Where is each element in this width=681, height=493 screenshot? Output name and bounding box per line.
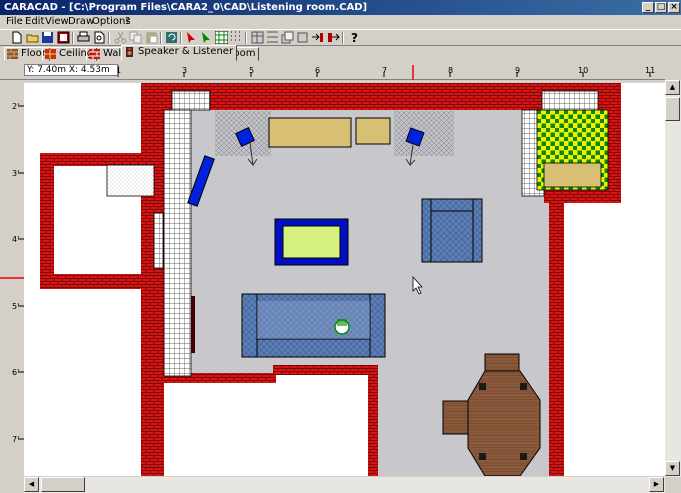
ruler-label: 9 — [515, 66, 521, 75]
horizontal-scroll-thumb[interactable] — [41, 477, 85, 492]
bottom-wall[interactable] — [368, 365, 378, 476]
database-icon[interactable] — [57, 31, 70, 44]
side-cabinet[interactable] — [106, 164, 155, 197]
toolbar-separator — [342, 32, 344, 44]
tv-cabinet[interactable] — [268, 117, 352, 148]
ruler-label: 3 — [182, 66, 188, 75]
shelf-column[interactable] — [163, 109, 192, 377]
toolbar-separator — [180, 32, 182, 44]
vertical-ruler: 2' 3' 4' 5' 6' 7' — [0, 80, 24, 477]
toolbar-separator — [160, 32, 162, 44]
menu-file[interactable]: File — [6, 15, 23, 29]
ruler-label: 10 — [578, 66, 589, 75]
scrollbar-corner — [665, 477, 681, 493]
toolbar-separator — [108, 32, 110, 44]
pointer-red-icon[interactable] — [185, 31, 198, 44]
bottom-left-wall[interactable] — [154, 379, 164, 476]
help-icon[interactable]: ? — [348, 31, 361, 44]
tab-speaker-listener-label: Speaker & Listener — [138, 46, 234, 57]
toolbar-separator — [72, 32, 74, 44]
ruler-label: 3' — [12, 169, 20, 178]
minimize-button[interactable]: _ — [642, 2, 654, 13]
export-icon[interactable] — [327, 31, 340, 44]
floor-plan-canvas[interactable] — [24, 83, 665, 476]
ruler-label: 5' — [12, 302, 20, 311]
scroll-up-button[interactable]: ▲ — [665, 80, 680, 95]
ruler-label: 11 — [645, 66, 656, 75]
layout-icon[interactable] — [251, 31, 264, 44]
vertical-scrollbar[interactable]: ▲ ▼ — [665, 80, 681, 477]
dotted-grid-icon[interactable] — [230, 31, 243, 44]
sofa[interactable] — [241, 293, 386, 358]
window-title: CARACAD - [C:\Program Files\CARA2_0\CAD\… — [4, 2, 368, 13]
pillar[interactable] — [541, 90, 599, 111]
menu-view[interactable]: View — [45, 15, 69, 29]
floor-icon — [7, 49, 18, 59]
menu-edit[interactable]: Edit — [25, 15, 44, 29]
pillar[interactable] — [171, 90, 211, 111]
menu-bar: File Edit View Draw Options ? — [0, 15, 681, 29]
side-table[interactable] — [543, 162, 602, 188]
ruler-label: 2' — [12, 102, 20, 111]
layers-icon[interactable] — [296, 31, 309, 44]
listener-icon[interactable] — [334, 319, 350, 335]
tab-bar: Floor Ceiling Wall Speaker & Listener Ro… — [0, 45, 681, 61]
close-button[interactable]: × — [668, 2, 680, 13]
open-folder-icon[interactable] — [26, 31, 39, 44]
scroll-left-button[interactable]: ◀ — [24, 477, 39, 492]
title-bar: CARACAD - [C:\Program Files\CARA2_0\CAD\… — [0, 0, 681, 15]
menu-help[interactable]: ? — [125, 15, 130, 29]
stack-icon[interactable] — [281, 31, 294, 44]
coffee-table[interactable] — [282, 225, 341, 259]
align-icon[interactable] — [266, 31, 279, 44]
ruler-label: 5 — [249, 66, 255, 75]
ruler-label: 8 — [448, 66, 454, 75]
ruler-label: 6 — [315, 66, 321, 75]
ruler-label: 4' — [12, 235, 20, 244]
svg-text:?: ? — [351, 31, 358, 44]
floor-plan[interactable] — [24, 83, 665, 476]
cut-icon[interactable] — [114, 31, 127, 44]
import-icon[interactable] — [311, 31, 324, 44]
right-wall[interactable] — [549, 193, 564, 476]
scroll-down-button[interactable]: ▼ — [665, 461, 680, 476]
maximize-button[interactable]: □ — [655, 2, 667, 13]
cabinet[interactable] — [355, 117, 391, 145]
tab-speaker-listener[interactable]: Speaker & Listener — [121, 45, 238, 61]
door-frame[interactable] — [153, 212, 164, 269]
toolbar: ? — [0, 29, 681, 46]
paste-icon[interactable] — [145, 31, 158, 44]
pointer-green-icon[interactable] — [200, 31, 213, 44]
vertical-scroll-thumb[interactable] — [665, 97, 680, 121]
ruler-label: 7 — [382, 66, 388, 75]
vertical-ruler-ticks — [0, 105, 24, 440]
new-file-icon[interactable] — [10, 31, 23, 44]
speaker-icon — [126, 47, 133, 57]
toolbar-separator — [245, 32, 247, 44]
menu-draw[interactable]: Draw — [68, 15, 94, 29]
refresh-icon[interactable] — [165, 31, 178, 44]
door — [191, 296, 195, 353]
ceiling-icon — [45, 49, 56, 59]
armchair[interactable] — [421, 198, 483, 263]
ruler-label: 7' — [12, 435, 20, 444]
ruler-label: 6' — [12, 368, 20, 377]
coordinates-readout: Y: 7.40m X: 4.53m — [24, 64, 118, 76]
scroll-right-button[interactable]: ▶ — [649, 477, 664, 492]
copy-icon[interactable] — [129, 31, 142, 44]
wall-icon — [89, 49, 100, 59]
bottom-wall[interactable] — [273, 365, 378, 375]
print-preview-icon[interactable] — [93, 31, 106, 44]
save-icon[interactable] — [41, 31, 54, 44]
print-icon[interactable] — [77, 31, 90, 44]
horizontal-scrollbar[interactable]: ◀ ▶ — [24, 477, 665, 493]
grid-icon[interactable] — [215, 31, 228, 44]
